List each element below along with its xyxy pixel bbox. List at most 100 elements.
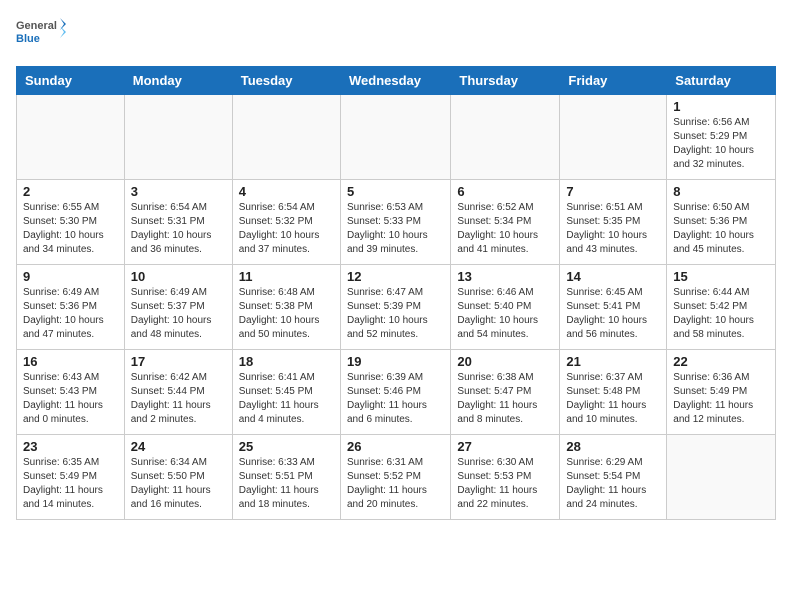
- calendar-table: SundayMondayTuesdayWednesdayThursdayFrid…: [16, 66, 776, 520]
- calendar-cell: 3 Sunrise: 6:54 AM Sunset: 5:31 PM Daylig…: [124, 180, 232, 265]
- day-info: Sunrise: 6:54 AM Sunset: 5:32 PM Dayligh…: [239, 201, 334, 257]
- calendar-cell: 1 Sunrise: 6:56 AM Sunset: 5:29 PM Daylig…: [667, 95, 776, 180]
- day-info: Sunrise: 6:43 AM Sunset: 5:43 PM Dayligh…: [23, 371, 118, 427]
- calendar-cell: 12 Sunrise: 6:47 AM Sunset: 5:39 PM Dayli…: [340, 265, 450, 350]
- calendar-cell: 5 Sunrise: 6:53 AM Sunset: 5:33 PM Daylig…: [340, 180, 450, 265]
- day-info: Sunrise: 6:45 AM Sunset: 5:41 PM Dayligh…: [566, 286, 660, 342]
- day-number: 10: [131, 269, 226, 284]
- day-info: Sunrise: 6:33 AM Sunset: 5:51 PM Dayligh…: [239, 456, 334, 512]
- calendar-cell: 14 Sunrise: 6:45 AM Sunset: 5:41 PM Dayli…: [560, 265, 667, 350]
- calendar-cell: [232, 95, 340, 180]
- day-info: Sunrise: 6:50 AM Sunset: 5:36 PM Dayligh…: [673, 201, 769, 257]
- day-number: 14: [566, 269, 660, 284]
- day-number: 11: [239, 269, 334, 284]
- day-number: 5: [347, 184, 444, 199]
- calendar-cell: 13 Sunrise: 6:46 AM Sunset: 5:40 PM Dayli…: [451, 265, 560, 350]
- calendar-cell: 22 Sunrise: 6:36 AM Sunset: 5:49 PM Dayli…: [667, 350, 776, 435]
- day-number: 15: [673, 269, 769, 284]
- day-info: Sunrise: 6:42 AM Sunset: 5:44 PM Dayligh…: [131, 371, 226, 427]
- calendar-cell: 17Sunrise: 6:42 AM Sunset: 5:44 PM Dayli…: [124, 350, 232, 435]
- day-number: 3: [131, 184, 226, 199]
- calendar-cell: 15 Sunrise: 6:44 AM Sunset: 5:42 PM Dayli…: [667, 265, 776, 350]
- day-info: Sunrise: 6:39 AM Sunset: 5:46 PM Dayligh…: [347, 371, 444, 427]
- calendar-cell: 2 Sunrise: 6:55 AM Sunset: 5:30 PM Daylig…: [17, 180, 125, 265]
- calendar-cell: 25Sunrise: 6:33 AM Sunset: 5:51 PM Dayli…: [232, 435, 340, 520]
- day-number: 7: [566, 184, 660, 199]
- calendar-cell: 7Sunrise: 6:51 AM Sunset: 5:35 PM Daylig…: [560, 180, 667, 265]
- calendar-cell: [340, 95, 450, 180]
- day-info: Sunrise: 6:38 AM Sunset: 5:47 PM Dayligh…: [457, 371, 553, 427]
- calendar-cell: 19 Sunrise: 6:39 AM Sunset: 5:46 PM Dayli…: [340, 350, 450, 435]
- day-number: 27: [457, 439, 553, 454]
- day-number: 4: [239, 184, 334, 199]
- week-row-4: 16 Sunrise: 6:43 AM Sunset: 5:43 PM Dayli…: [17, 350, 776, 435]
- calendar-cell: 20 Sunrise: 6:38 AM Sunset: 5:47 PM Dayli…: [451, 350, 560, 435]
- day-number: 13: [457, 269, 553, 284]
- day-info: Sunrise: 6:35 AM Sunset: 5:49 PM Dayligh…: [23, 456, 118, 512]
- day-info: Sunrise: 6:49 AM Sunset: 5:36 PM Dayligh…: [23, 286, 118, 342]
- weekday-header-thursday: Thursday: [451, 67, 560, 95]
- calendar-cell: 24 Sunrise: 6:34 AM Sunset: 5:50 PM Dayli…: [124, 435, 232, 520]
- calendar-cell: 6 Sunrise: 6:52 AM Sunset: 5:34 PM Daylig…: [451, 180, 560, 265]
- day-info: Sunrise: 6:52 AM Sunset: 5:34 PM Dayligh…: [457, 201, 553, 257]
- weekday-header-row: SundayMondayTuesdayWednesdayThursdayFrid…: [17, 67, 776, 95]
- calendar-cell: 28Sunrise: 6:29 AM Sunset: 5:54 PM Dayli…: [560, 435, 667, 520]
- day-info: Sunrise: 6:55 AM Sunset: 5:30 PM Dayligh…: [23, 201, 118, 257]
- day-number: 16: [23, 354, 118, 369]
- day-number: 26: [347, 439, 444, 454]
- calendar-cell: 11 Sunrise: 6:48 AM Sunset: 5:38 PM Dayli…: [232, 265, 340, 350]
- day-info: Sunrise: 6:46 AM Sunset: 5:40 PM Dayligh…: [457, 286, 553, 342]
- week-row-3: 9 Sunrise: 6:49 AM Sunset: 5:36 PM Daylig…: [17, 265, 776, 350]
- weekday-header-sunday: Sunday: [17, 67, 125, 95]
- day-info: Sunrise: 6:49 AM Sunset: 5:37 PM Dayligh…: [131, 286, 226, 342]
- day-number: 19: [347, 354, 444, 369]
- day-info: Sunrise: 6:53 AM Sunset: 5:33 PM Dayligh…: [347, 201, 444, 257]
- day-info: Sunrise: 6:30 AM Sunset: 5:53 PM Dayligh…: [457, 456, 553, 512]
- calendar-cell: 4 Sunrise: 6:54 AM Sunset: 5:32 PM Daylig…: [232, 180, 340, 265]
- svg-text:Blue: Blue: [16, 33, 40, 45]
- calendar-cell: 27 Sunrise: 6:30 AM Sunset: 5:53 PM Dayli…: [451, 435, 560, 520]
- calendar-cell: 18 Sunrise: 6:41 AM Sunset: 5:45 PM Dayli…: [232, 350, 340, 435]
- day-number: 9: [23, 269, 118, 284]
- logo-icon: General Blue: [16, 16, 66, 56]
- day-number: 28: [566, 439, 660, 454]
- day-info: Sunrise: 6:34 AM Sunset: 5:50 PM Dayligh…: [131, 456, 226, 512]
- day-number: 24: [131, 439, 226, 454]
- day-info: Sunrise: 6:44 AM Sunset: 5:42 PM Dayligh…: [673, 286, 769, 342]
- day-number: 21: [566, 354, 660, 369]
- calendar-cell: [667, 435, 776, 520]
- calendar-cell: [451, 95, 560, 180]
- day-number: 12: [347, 269, 444, 284]
- weekday-header-tuesday: Tuesday: [232, 67, 340, 95]
- day-number: 1: [673, 99, 769, 114]
- calendar-cell: 10 Sunrise: 6:49 AM Sunset: 5:37 PM Dayli…: [124, 265, 232, 350]
- day-number: 6: [457, 184, 553, 199]
- day-number: 23: [23, 439, 118, 454]
- day-number: 2: [23, 184, 118, 199]
- day-info: Sunrise: 6:36 AM Sunset: 5:49 PM Dayligh…: [673, 371, 769, 427]
- day-number: 18: [239, 354, 334, 369]
- week-row-1: 1 Sunrise: 6:56 AM Sunset: 5:29 PM Daylig…: [17, 95, 776, 180]
- calendar-cell: 21 Sunrise: 6:37 AM Sunset: 5:48 PM Dayli…: [560, 350, 667, 435]
- page-header: General Blue: [16, 16, 776, 56]
- day-info: Sunrise: 6:47 AM Sunset: 5:39 PM Dayligh…: [347, 286, 444, 342]
- day-number: 20: [457, 354, 553, 369]
- day-info: Sunrise: 6:48 AM Sunset: 5:38 PM Dayligh…: [239, 286, 334, 342]
- weekday-header-saturday: Saturday: [667, 67, 776, 95]
- day-number: 8: [673, 184, 769, 199]
- day-info: Sunrise: 6:37 AM Sunset: 5:48 PM Dayligh…: [566, 371, 660, 427]
- day-info: Sunrise: 6:41 AM Sunset: 5:45 PM Dayligh…: [239, 371, 334, 427]
- weekday-header-monday: Monday: [124, 67, 232, 95]
- calendar-cell: [560, 95, 667, 180]
- day-info: Sunrise: 6:56 AM Sunset: 5:29 PM Dayligh…: [673, 116, 769, 172]
- calendar-cell: 23 Sunrise: 6:35 AM Sunset: 5:49 PM Dayli…: [17, 435, 125, 520]
- weekday-header-friday: Friday: [560, 67, 667, 95]
- calendar-cell: 26 Sunrise: 6:31 AM Sunset: 5:52 PM Dayli…: [340, 435, 450, 520]
- week-row-5: 23 Sunrise: 6:35 AM Sunset: 5:49 PM Dayli…: [17, 435, 776, 520]
- day-info: Sunrise: 6:54 AM Sunset: 5:31 PM Dayligh…: [131, 201, 226, 257]
- week-row-2: 2 Sunrise: 6:55 AM Sunset: 5:30 PM Daylig…: [17, 180, 776, 265]
- weekday-header-wednesday: Wednesday: [340, 67, 450, 95]
- day-info: Sunrise: 6:31 AM Sunset: 5:52 PM Dayligh…: [347, 456, 444, 512]
- calendar-cell: [124, 95, 232, 180]
- day-number: 22: [673, 354, 769, 369]
